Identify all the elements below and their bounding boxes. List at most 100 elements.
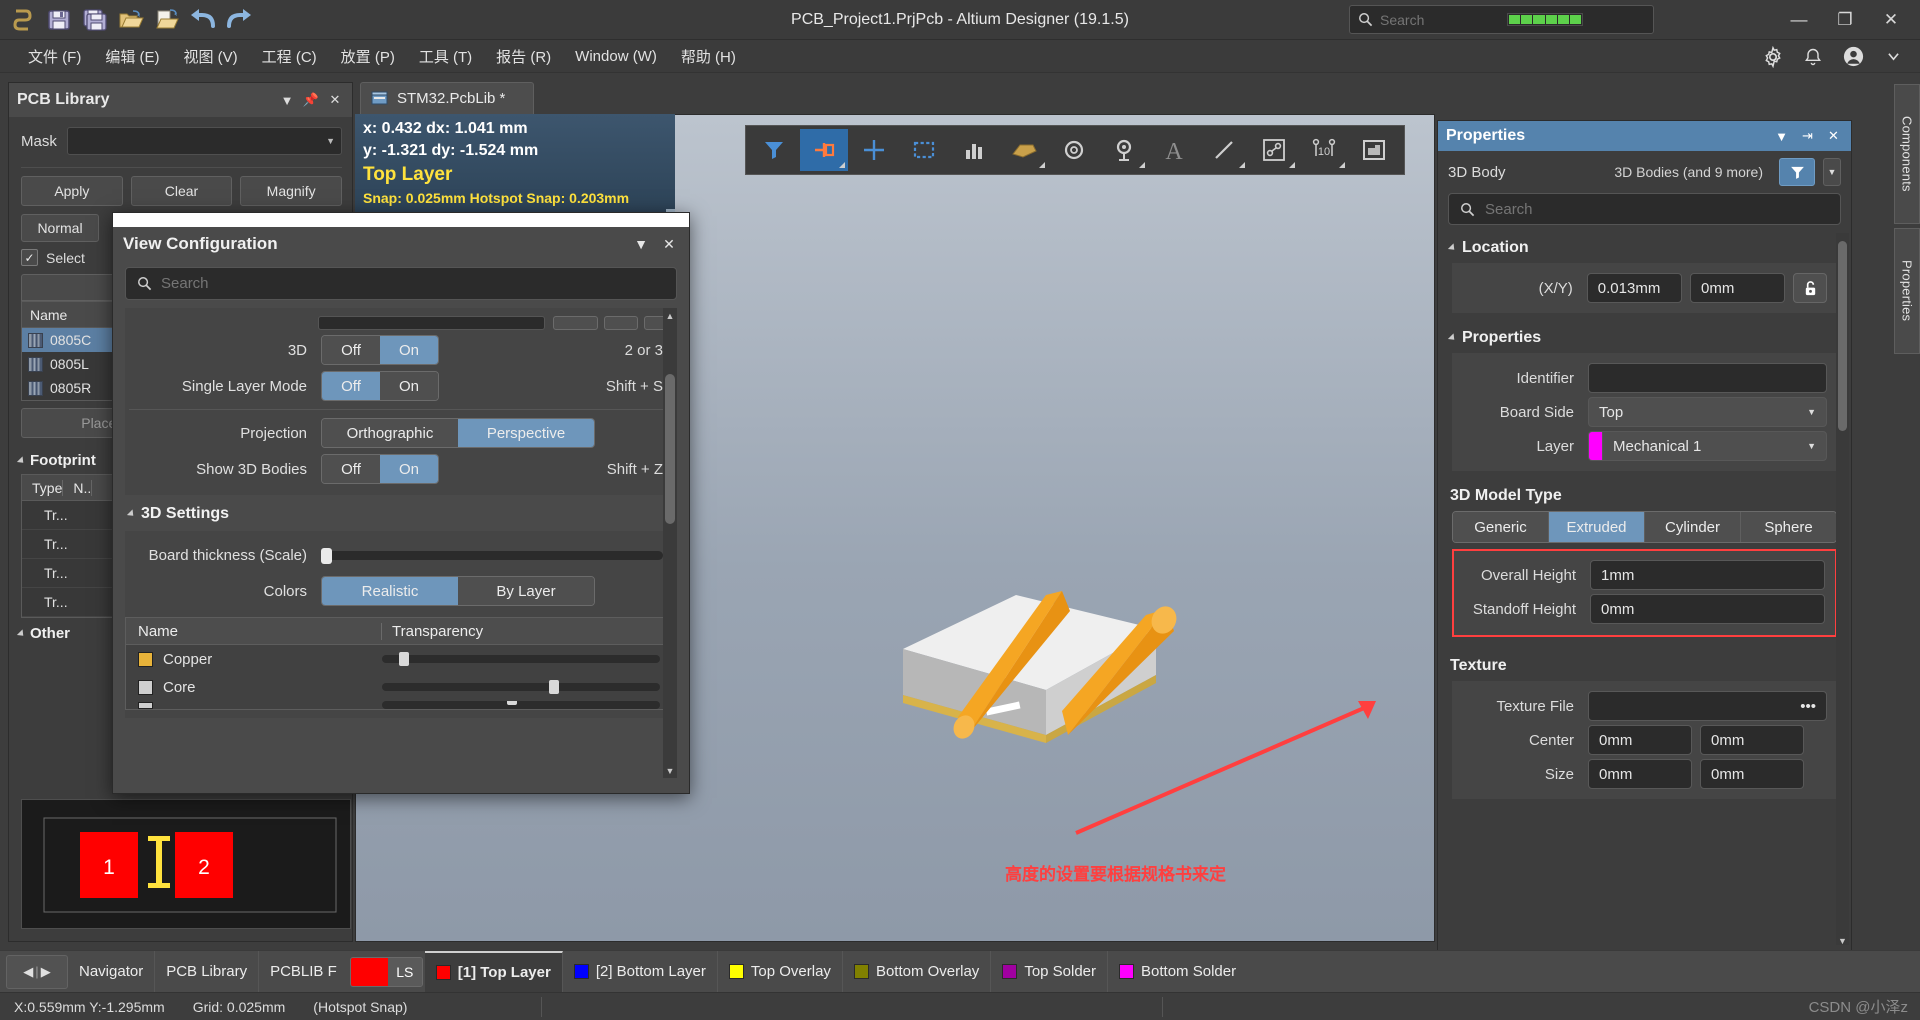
toggle-bodies-off[interactable]: Off	[322, 455, 380, 483]
board-thickness-slider[interactable]	[321, 547, 663, 564]
panel-tab-pcb-library[interactable]: PCB Library	[155, 950, 260, 993]
chevron-down-icon[interactable]: ▼	[1823, 158, 1841, 186]
view-configuration-scrollbar[interactable]: ▲ ▼	[663, 308, 677, 778]
open-document-icon[interactable]	[150, 4, 183, 36]
menu-edit[interactable]: 编辑 (E)	[93, 43, 171, 70]
toggle-colors-realistic[interactable]: Realistic	[322, 577, 458, 605]
normal-button[interactable]: Normal	[21, 214, 99, 242]
close-icon[interactable]: ✕	[326, 90, 344, 110]
toggle-bodies-on[interactable]: On	[380, 455, 438, 483]
net-tool-icon[interactable]	[800, 129, 848, 171]
menu-tools[interactable]: 工具 (T)	[407, 43, 484, 70]
toggle-perspective[interactable]: Perspective	[458, 419, 594, 447]
scroll-up-arrow-icon[interactable]: ▲	[663, 308, 677, 323]
layer-tab-top-layer[interactable]: [1] Top Layer	[424, 950, 563, 993]
toggle-projection[interactable]: Orthographic Perspective	[321, 418, 595, 448]
filter-funnel-icon[interactable]	[750, 129, 798, 171]
board-side-dropdown[interactable]: Top ▼	[1588, 397, 1827, 427]
redo-icon[interactable]	[222, 4, 255, 36]
size-y-field[interactable]: 0mm	[1700, 759, 1804, 789]
panel-tab-pcblib-filter[interactable]: PCBLIB F	[259, 951, 348, 993]
toggle-colors-by-layer[interactable]: By Layer	[458, 577, 594, 605]
model-type-extruded[interactable]: Extruded	[1549, 512, 1645, 542]
properties-scrollbar[interactable]: ▼	[1836, 233, 1849, 948]
chevron-down-icon[interactable]: ▼	[631, 234, 651, 254]
nav-prev-icon[interactable]: ◀	[23, 964, 33, 980]
chevron-down-icon[interactable]: ▼	[1772, 127, 1791, 146]
window-close-button[interactable]: ✕	[1868, 0, 1914, 40]
layer-dropdown[interactable]: Mechanical 1 ▼	[1602, 431, 1827, 461]
scrollbar-thumb[interactable]	[1838, 241, 1847, 431]
document-tab-stm32-pcblib[interactable]: STM32.PcbLib *	[360, 82, 534, 114]
x-coordinate-field[interactable]: 0.013mm	[1586, 273, 1683, 303]
menu-file[interactable]: 文件 (F)	[16, 43, 93, 70]
toggle-3d-on[interactable]: On	[380, 336, 438, 364]
polygon-pour-icon[interactable]	[1000, 129, 1048, 171]
toggle-3d[interactable]: Off On	[321, 335, 439, 365]
table-row[interactable]: Copper	[126, 645, 676, 673]
board-cutout-icon[interactable]	[1350, 129, 1398, 171]
user-account-icon[interactable]	[1838, 42, 1868, 72]
toggle-colors[interactable]: Realistic By Layer	[321, 576, 595, 606]
bell-icon[interactable]	[1798, 42, 1828, 72]
model-type-cylinder[interactable]: Cylinder	[1645, 512, 1741, 542]
close-icon[interactable]: ✕	[659, 234, 679, 254]
select-rect-icon[interactable]	[900, 129, 948, 171]
scrollbar-thumb[interactable]	[665, 374, 675, 524]
slider-knob[interactable]	[548, 680, 559, 694]
copper-transparency-slider[interactable]	[382, 652, 660, 666]
toggle-slm-on[interactable]: On	[380, 372, 438, 400]
window-minimize-button[interactable]: —	[1776, 0, 1822, 40]
panel-tab-navigator[interactable]: Navigator	[68, 950, 156, 993]
open-folder-icon[interactable]	[114, 4, 147, 36]
layer-nav-arrows[interactable]: ◀ | ▶	[6, 954, 68, 989]
ls-label[interactable]: LS	[387, 957, 422, 986]
standoff-height-field[interactable]: 0mm	[1590, 594, 1825, 624]
save-icon[interactable]	[42, 4, 75, 36]
toggle-3d-off[interactable]: Off	[322, 336, 380, 364]
dock-icon[interactable]: ⇥	[1798, 127, 1817, 146]
properties-search[interactable]	[1448, 193, 1841, 225]
layer-tab-top-solder[interactable]: Top Solder	[991, 950, 1109, 993]
model-type-generic[interactable]: Generic	[1453, 512, 1549, 542]
toggle-orthographic[interactable]: Orthographic	[322, 419, 458, 447]
overall-height-field[interactable]: 1mm	[1590, 560, 1825, 590]
save-all-icon[interactable]	[78, 4, 111, 36]
menu-place[interactable]: 放置 (P)	[329, 43, 407, 70]
undo-icon[interactable]	[186, 4, 219, 36]
line-icon[interactable]	[1200, 129, 1248, 171]
layer-tab-bottom-solder[interactable]: Bottom Solder	[1108, 951, 1247, 993]
layer-set-color-button[interactable]: LS	[349, 956, 423, 987]
copper-color-swatch[interactable]	[138, 651, 153, 667]
chevron-down-icon[interactable]: ▼	[278, 90, 296, 110]
gear-icon[interactable]	[1758, 42, 1788, 72]
core-transparency-slider[interactable]	[382, 680, 660, 694]
close-icon[interactable]: ✕	[1824, 127, 1843, 146]
toggle-show-3d-bodies[interactable]: Off On	[321, 454, 439, 484]
texture-file-field[interactable]: •••	[1588, 691, 1827, 721]
y-coordinate-field[interactable]: 0mm	[1690, 273, 1786, 303]
global-search-input[interactable]	[1380, 11, 1500, 28]
model-type-sphere[interactable]: Sphere	[1741, 512, 1836, 542]
layer-tab-bottom-overlay[interactable]: Bottom Overlay	[843, 950, 992, 993]
menu-help[interactable]: 帮助 (H)	[669, 43, 748, 70]
filter-funnel-icon[interactable]	[1779, 158, 1815, 186]
location-section-header[interactable]: Location	[1438, 233, 1851, 259]
mask-combo[interactable]: ▼	[66, 127, 342, 155]
layer-tab-top-overlay[interactable]: Top Overlay	[718, 950, 843, 993]
pad-icon[interactable]	[1100, 129, 1148, 171]
slider-knob[interactable]	[398, 652, 409, 666]
center-x-field[interactable]: 0mm	[1588, 725, 1692, 755]
menu-project[interactable]: 工程 (C)	[250, 43, 329, 70]
texture-browse-button[interactable]: •••	[1800, 698, 1816, 715]
table-row[interactable]: Core	[126, 673, 676, 701]
altium-logo-icon[interactable]	[6, 4, 39, 36]
identifier-field[interactable]	[1588, 363, 1827, 393]
size-x-field[interactable]: 0mm	[1588, 759, 1692, 789]
toggle-single-layer-mode[interactable]: Off On	[321, 371, 439, 401]
core-color-swatch[interactable]	[138, 679, 153, 695]
properties-section-header[interactable]: Properties	[1438, 323, 1851, 349]
ls-color-swatch[interactable]	[350, 957, 388, 986]
global-search-box[interactable]	[1349, 5, 1654, 34]
arc-icon[interactable]	[1250, 129, 1298, 171]
